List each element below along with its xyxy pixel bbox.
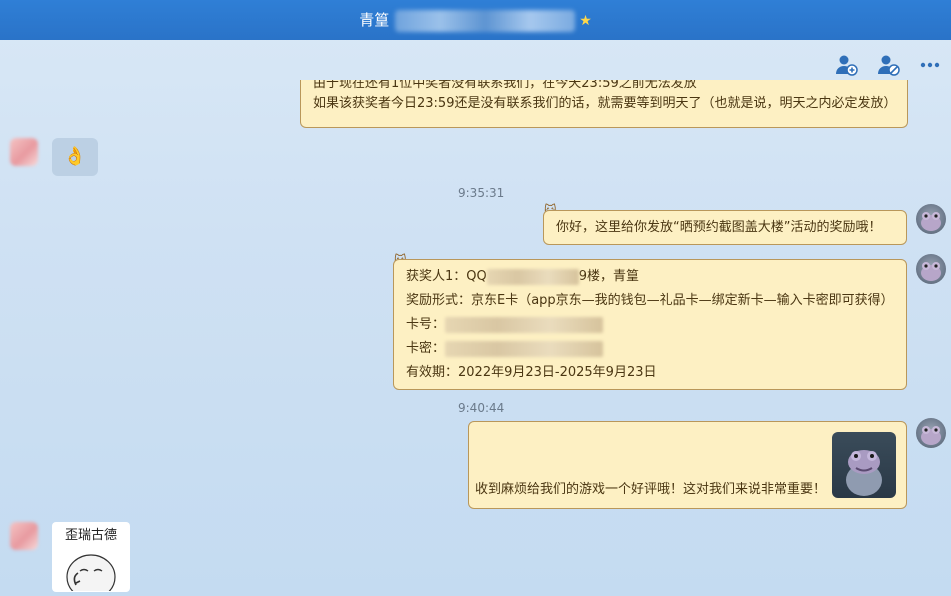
message-bubble-award: 获奖人1：QQ 9楼，青篁 奖励形式：京东E卡（app京东—我的钱包—礼品卡—绑定… — [393, 259, 907, 390]
chat-toolbar — [833, 52, 943, 78]
review-text: 收到麻烦给我们的游戏一个好评哦！这对我们来说非常重要！ — [475, 482, 827, 497]
award-card-number: 卡号： — [406, 313, 894, 337]
avatar[interactable] — [10, 138, 38, 166]
emoji-message: 👌 — [52, 138, 98, 176]
award-reward-type: 奖励形式：京东E卡（app京东—我的钱包—礼品卡—绑定新卡—输入卡密即可获得） — [406, 293, 894, 308]
message-bubble-review: 收到麻烦给我们的游戏一个好评哦！这对我们来说非常重要！ — [468, 421, 907, 509]
star-icon: ★ — [579, 13, 592, 29]
timestamp: 9:40:44 — [458, 401, 505, 415]
message-bubble-notice: 由于现在还有1位中奖者没有联系我们，在今天23:59之前无法发放 如果该获奖者今… — [300, 80, 908, 128]
remove-member-icon — [878, 55, 900, 76]
title-bar: 青篁 ★ — [0, 0, 951, 40]
more-button[interactable] — [917, 52, 943, 78]
add-member-icon — [836, 55, 858, 76]
avatar[interactable] — [10, 522, 38, 550]
award-card-password: 卡密： — [406, 337, 894, 361]
redacted-card-number — [445, 316, 604, 333]
meme-face-icon — [66, 554, 116, 592]
frog-avatar-icon — [921, 426, 941, 445]
frog-image-icon — [846, 450, 882, 496]
window-title: 青篁 — [359, 11, 390, 29]
frog-image[interactable] — [832, 432, 896, 498]
timestamp: 9:35:31 — [458, 186, 505, 200]
avatar[interactable] — [916, 204, 946, 234]
redacted-card-password — [445, 340, 604, 357]
message-bubble-greeting: 你好，这里给你发放“晒预约截图盖大楼”活动的奖励哦！ — [543, 210, 907, 245]
avatar[interactable] — [916, 418, 946, 448]
notice-line-2: 如果该获奖者今日23:59还是没有联系我们的话，就需要等到明天了（也就是说，明天… — [313, 96, 897, 111]
add-member-button[interactable] — [833, 52, 859, 78]
avatar[interactable] — [916, 254, 946, 284]
redacted-qq — [486, 268, 579, 285]
award-validity: 有效期：2022年9月23日-2025年9月23日 — [406, 365, 657, 380]
award-winner-prefix: 获奖人1：QQ — [406, 269, 487, 284]
card-password-label: 卡密： — [406, 341, 446, 356]
frog-avatar-icon — [921, 262, 941, 281]
card-number-label: 卡号： — [406, 317, 446, 332]
award-winner: 获奖人1：QQ 9楼，青篁 — [406, 265, 894, 289]
notice-line-1: 由于现在还有1位中奖者没有联系我们，在今天23:59之前无法发放 — [313, 80, 697, 91]
title-redacted — [395, 9, 576, 32]
more-icon — [920, 62, 940, 68]
sticker-caption: 歪瑞古德 — [64, 528, 117, 543]
greeting-text: 你好，这里给你发放“晒预约截图盖大楼”活动的奖励哦！ — [556, 220, 882, 235]
sticker-message[interactable]: 歪瑞古德 — [52, 522, 130, 592]
award-winner-suffix: 9楼，青篁 — [578, 269, 640, 284]
remove-member-button[interactable] — [875, 52, 901, 78]
frog-avatar-icon — [921, 212, 941, 231]
